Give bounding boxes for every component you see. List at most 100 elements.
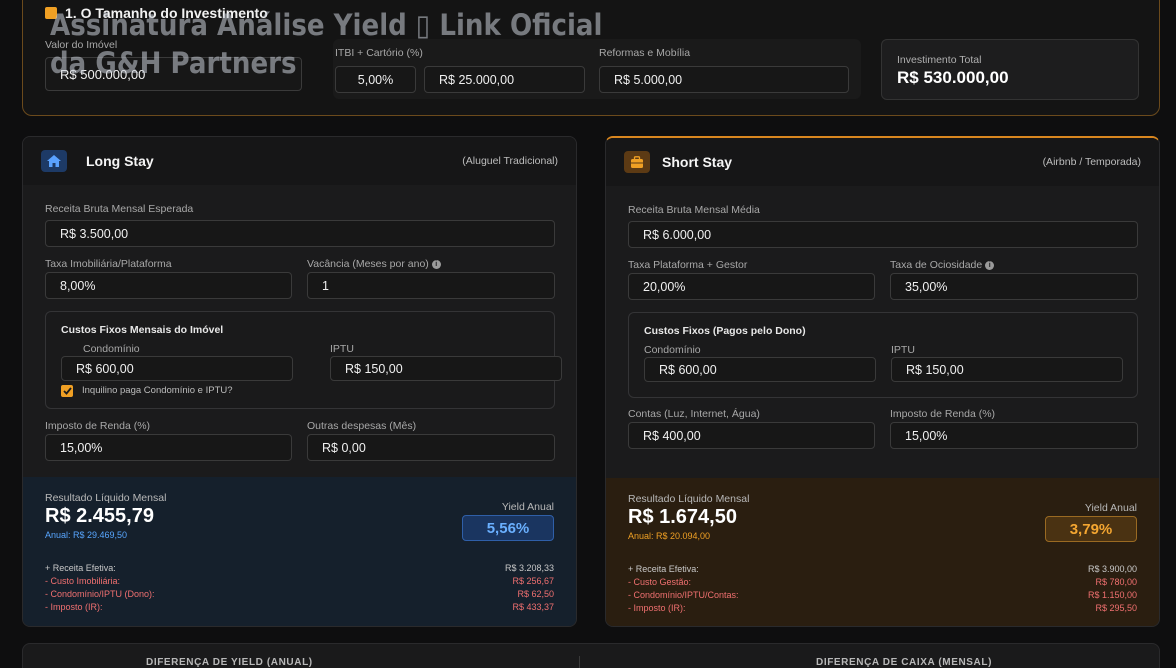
- long-other-input[interactable]: R$ 0,00: [307, 434, 555, 461]
- long-vacancy-label: Vacância (Meses por ano) i: [307, 258, 441, 270]
- long-condo-input[interactable]: R$ 600,00: [61, 356, 293, 381]
- breakdown-value: R$ 256,67: [512, 576, 554, 586]
- investment-title-text: 1. O Tamanho do Investimento: [65, 5, 268, 21]
- long-iptu-label: IPTU: [330, 343, 354, 355]
- breakdown-label: + Receita Efetiva:: [45, 563, 116, 573]
- short-iptu-label: IPTU: [891, 344, 915, 356]
- breakdown-value: R$ 295,50: [1095, 603, 1137, 613]
- renovation-label: Reformas e Mobília: [599, 47, 691, 59]
- breakdown-value: R$ 1.150,00: [1087, 590, 1137, 600]
- comparison-panel: DIFERENÇA DE YIELD (ANUAL) DIFERENÇA DE …: [22, 643, 1160, 668]
- property-value-label: Valor do Imóvel: [45, 39, 118, 51]
- long-tax-input[interactable]: 15,00%: [45, 434, 292, 461]
- long-breakdown-row: + Receita Efetiva: R$ 3.208,33: [45, 563, 554, 573]
- breakdown-value: R$ 780,00: [1095, 577, 1137, 587]
- property-value-input[interactable]: R$ 500.000,00: [45, 57, 302, 91]
- short-idle-label-text: Taxa de Ociosidade: [890, 259, 983, 271]
- itbi-label: ITBI + Cartório (%): [335, 47, 423, 59]
- short-bills-label: Contas (Luz, Internet, Água): [628, 408, 760, 420]
- long-stay-subtitle: (Aluguel Tradicional): [462, 155, 558, 167]
- short-fee-label: Taxa Plataforma + Gestor: [628, 259, 748, 271]
- short-fixed-costs-box: Custos Fixos (Pagos pelo Dono) Condomíni…: [628, 312, 1138, 398]
- short-fee-input[interactable]: 20,00%: [628, 273, 875, 300]
- long-annual-value: Anual: R$ 29.469,50: [45, 530, 128, 540]
- short-result-value: R$ 1.674,50: [628, 506, 737, 528]
- short-result-label: Resultado Líquido Mensal: [628, 493, 750, 505]
- long-result-label: Resultado Líquido Mensal: [45, 492, 167, 504]
- long-result-value: R$ 2.455,79: [45, 505, 154, 527]
- breakdown-value: R$ 3.900,00: [1087, 564, 1137, 574]
- tenant-pays-checkbox[interactable]: [61, 385, 73, 397]
- short-idle-input[interactable]: 35,00%: [890, 273, 1138, 300]
- short-yield-badge: 3,79%: [1045, 516, 1137, 542]
- long-stay-header: Long Stay (Aluguel Tradicional): [23, 137, 576, 185]
- square-icon: [45, 7, 57, 19]
- investment-section-title: 1. O Tamanho do Investimento: [45, 5, 268, 21]
- long-fixed-costs-title: Custos Fixos Mensais do Imóvel: [61, 324, 224, 336]
- briefcase-icon: [624, 151, 650, 173]
- short-result-panel: Resultado Líquido Mensal R$ 1.674,50 Anu…: [606, 478, 1159, 626]
- short-condo-label: Condomínio: [644, 344, 701, 356]
- long-fixed-costs-box: Custos Fixos Mensais do Imóvel Condomíni…: [45, 311, 562, 409]
- long-tax-label: Imposto de Renda (%): [45, 420, 151, 432]
- short-stay-title: Short Stay: [662, 154, 733, 170]
- comparison-divider: [579, 656, 580, 668]
- total-investment-box: Investimento Total R$ 530.000,00: [881, 39, 1139, 100]
- breakdown-label: - Custo Imobiliária:: [45, 576, 121, 586]
- renovation-input[interactable]: R$ 5.000,00: [599, 66, 849, 93]
- short-tax-input[interactable]: 15,00%: [890, 422, 1138, 449]
- short-stay-subtitle: (Airbnb / Temporada): [1042, 156, 1141, 168]
- total-investment-label: Investimento Total: [897, 54, 982, 66]
- short-iptu-input[interactable]: R$ 150,00: [891, 357, 1123, 382]
- long-revenue-input[interactable]: R$ 3.500,00: [45, 220, 555, 247]
- short-fixed-costs-title: Custos Fixos (Pagos pelo Dono): [644, 325, 806, 337]
- long-result-panel: Resultado Líquido Mensal R$ 2.455,79 Anu…: [23, 477, 576, 626]
- short-idle-label: Taxa de Ociosidade i: [890, 259, 995, 271]
- long-breakdown-row: - Condomínio/IPTU (Dono): R$ 62,50: [45, 589, 554, 599]
- breakdown-value: R$ 62,50: [517, 589, 554, 599]
- breakdown-label: - Condomínio/IPTU (Dono):: [45, 589, 155, 599]
- short-breakdown-row: - Imposto (IR): R$ 295,50: [628, 603, 1137, 613]
- info-icon[interactable]: i: [431, 259, 441, 269]
- check-icon: [62, 387, 72, 395]
- info-icon[interactable]: i: [985, 260, 995, 270]
- short-revenue-label: Receita Bruta Mensal Média: [628, 204, 760, 216]
- short-tax-label: Imposto de Renda (%): [890, 408, 996, 420]
- short-stay-header: Short Stay (Airbnb / Temporada): [606, 138, 1159, 186]
- investment-section: 1. O Tamanho do Investimento Valor do Im…: [22, 0, 1160, 116]
- long-breakdown-row: - Imposto (IR): R$ 433,37: [45, 602, 554, 612]
- total-investment-value: R$ 530.000,00: [897, 68, 1009, 87]
- yield-diff-label: DIFERENÇA DE YIELD (ANUAL): [146, 657, 313, 668]
- short-stay-card: Short Stay (Airbnb / Temporada) Receita …: [605, 136, 1160, 627]
- short-breakdown-row: + Receita Efetiva: R$ 3.900,00: [628, 564, 1137, 574]
- short-annual-value: Anual: R$ 20.094,00: [628, 531, 711, 541]
- long-fee-label: Taxa Imobiliária/Plataforma: [45, 258, 172, 270]
- breakdown-label: - Imposto (IR):: [628, 603, 686, 613]
- breakdown-label: - Custo Gestão:: [628, 577, 692, 587]
- long-yield-label: Yield Anual: [501, 501, 554, 513]
- short-bills-input[interactable]: R$ 400,00: [628, 422, 875, 449]
- itbi-amount-input[interactable]: R$ 25.000,00: [424, 66, 585, 93]
- breakdown-value: R$ 3.208,33: [504, 563, 554, 573]
- long-revenue-label: Receita Bruta Mensal Esperada: [45, 203, 194, 215]
- long-stay-title: Long Stay: [86, 153, 154, 169]
- short-breakdown-row: - Custo Gestão: R$ 780,00: [628, 577, 1137, 587]
- long-yield-badge: 5,56%: [462, 515, 554, 541]
- tenant-pays-label: Inquilino paga Condomínio e IPTU?: [82, 385, 233, 396]
- long-vacancy-input[interactable]: 1: [307, 272, 555, 299]
- long-stay-card: Long Stay (Aluguel Tradicional) Receita …: [22, 136, 577, 627]
- breakdown-value: R$ 433,37: [512, 602, 554, 612]
- long-other-label: Outras despesas (Mês): [307, 420, 417, 432]
- short-breakdown-row: - Condomínio/IPTU/Contas: R$ 1.150,00: [628, 590, 1137, 600]
- cash-diff-label: DIFERENÇA DE CAIXA (MENSAL): [816, 657, 993, 668]
- long-breakdown-row: - Custo Imobiliária: R$ 256,67: [45, 576, 554, 586]
- breakdown-label: - Condomínio/IPTU/Contas:: [628, 590, 739, 600]
- long-iptu-input[interactable]: R$ 150,00: [330, 356, 562, 381]
- short-condo-input[interactable]: R$ 600,00: [644, 357, 876, 382]
- short-revenue-input[interactable]: R$ 6.000,00: [628, 221, 1138, 248]
- itbi-percent-input[interactable]: 5,00%: [335, 66, 416, 93]
- breakdown-label: - Imposto (IR):: [45, 602, 103, 612]
- long-fee-input[interactable]: 8,00%: [45, 272, 292, 299]
- long-condo-label: Condomínio: [83, 343, 140, 355]
- breakdown-label: + Receita Efetiva:: [628, 564, 699, 574]
